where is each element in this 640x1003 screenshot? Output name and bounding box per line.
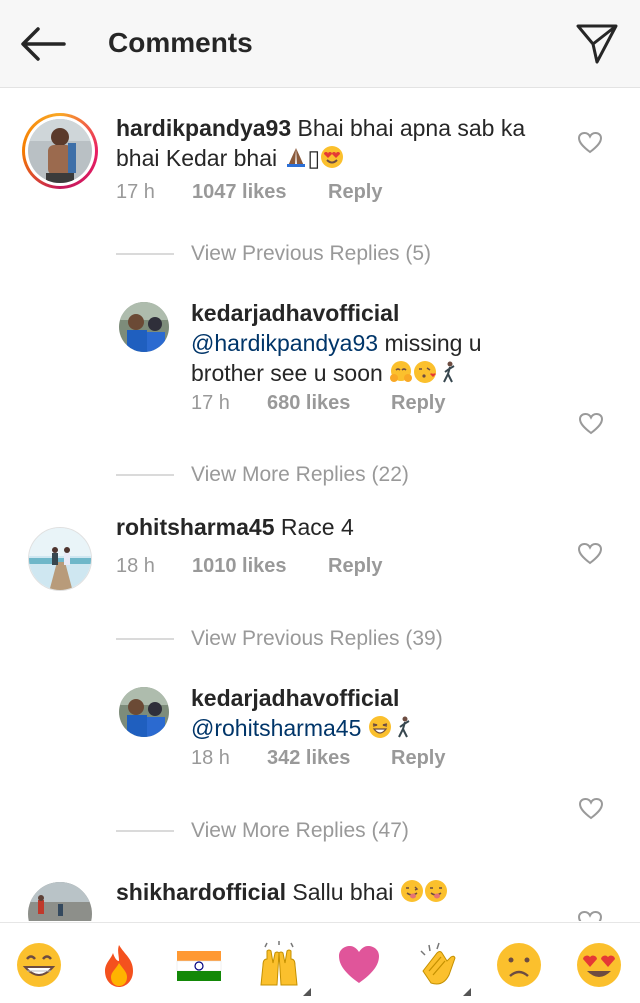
dancing-man-icon [397, 716, 410, 738]
divider-line [116, 830, 174, 832]
divider-line [116, 253, 174, 255]
india-flag-icon[interactable] [175, 941, 223, 989]
comment-body: kedarjadhavofficial @rohitsharma45 [191, 683, 561, 743]
variant-indicator [463, 988, 471, 996]
likes-count[interactable]: 1010 likes [192, 555, 328, 578]
folded-hands-icon [286, 148, 305, 167]
view-previous-replies[interactable]: View Previous Replies (39) [191, 627, 443, 651]
comment-body: rohitsharma45 Race 4 [116, 512, 556, 542]
like-heart-icon[interactable] [577, 910, 603, 921]
avatar[interactable] [119, 687, 169, 737]
reply-button[interactable]: Reply [391, 747, 445, 770]
comment-body: shikhardofficial Sallu bhai [116, 877, 556, 907]
heart-eyes-icon [321, 146, 344, 168]
comment-meta: 18 h 1010 likes Reply [116, 555, 382, 578]
comment-username[interactable]: rohitsharma45 [116, 514, 275, 540]
like-heart-icon[interactable] [577, 542, 603, 566]
comment-username[interactable]: shikhardofficial [116, 879, 286, 905]
comment-text: missing u [384, 330, 482, 356]
reply-item: kedarjadhavofficial @rohitsharma45 18 h … [0, 685, 640, 820]
comment-item: shikhardofficial Sallu bhai [0, 879, 640, 921]
comment-meta: 17 h 1047 likes Reply [116, 181, 382, 204]
like-heart-icon[interactable] [578, 412, 604, 436]
missing-glyph: ▯ [307, 145, 321, 171]
comment-time: 17 h [191, 392, 230, 414]
avatar[interactable] [28, 527, 92, 591]
comment-item: hardikpandya93 Bhai bhai apna sab ka bha… [0, 89, 640, 214]
hugging-face-icon [390, 361, 413, 382]
reply-item: kedarjadhavofficial @hardikpandya93 miss… [0, 299, 640, 439]
like-heart-icon[interactable] [577, 131, 603, 155]
raised-hands-icon[interactable] [255, 941, 303, 989]
comment-time: 18 h [191, 747, 230, 769]
comment-body: kedarjadhavofficial @hardikpandya93 miss… [191, 298, 561, 388]
comment-time: 17 h [116, 181, 155, 203]
laughing-face-icon [368, 716, 391, 738]
grinning-face-icon[interactable] [15, 941, 63, 989]
frowning-face-icon[interactable] [495, 941, 543, 989]
reply-button[interactable]: Reply [328, 555, 382, 578]
comment-username[interactable]: hardikpandya93 [116, 115, 291, 141]
arrow-left-icon[interactable] [18, 24, 68, 64]
heart-icon[interactable] [335, 941, 383, 989]
comment-text: Sallu bhai [292, 879, 394, 905]
view-more-replies[interactable]: View More Replies (22) [191, 463, 409, 487]
kissing-face-icon [414, 361, 437, 383]
heart-eyes-face-icon[interactable] [575, 941, 623, 989]
divider-line [116, 638, 174, 640]
comment-body: hardikpandya93 Bhai bhai apna sab ka bha… [116, 113, 556, 173]
reply-button[interactable]: Reply [391, 392, 445, 415]
reply-button[interactable]: Reply [328, 181, 382, 204]
like-heart-icon[interactable] [578, 797, 604, 821]
dancing-man-icon [443, 361, 455, 383]
comment-text: Bhai bhai apna sab ka [297, 115, 526, 141]
comment-time: 18 h [116, 555, 155, 577]
comment-text: brother see u soon [191, 360, 383, 386]
fire-icon[interactable] [95, 941, 143, 989]
likes-count[interactable]: 342 likes [267, 747, 391, 770]
clapping-hands-icon[interactable] [415, 941, 463, 989]
comment-item: rohitsharma45 Race 4 18 h 1010 likes Rep… [0, 514, 640, 624]
paper-plane-icon[interactable] [574, 20, 620, 66]
mention-link[interactable]: @rohitsharma45 [191, 715, 361, 741]
emoji-quick-bar [0, 922, 640, 1003]
comment-meta: 18 h 342 likes Reply [191, 747, 445, 770]
divider-line [116, 474, 174, 476]
comment-text: bhai Kedar bhai [116, 145, 278, 171]
variant-indicator [303, 988, 311, 996]
top-bar: Comments [0, 0, 640, 88]
mention-link[interactable]: @hardikpandya93 [191, 330, 378, 356]
page-title: Comments [108, 27, 253, 58]
view-previous-replies[interactable]: View Previous Replies (5) [191, 242, 431, 266]
comment-username[interactable]: kedarjadhavofficial [191, 685, 399, 711]
winking-tongue-face-icon [400, 880, 423, 902]
comment-username[interactable]: kedarjadhavofficial [191, 300, 399, 326]
avatar [28, 119, 92, 183]
avatar-story-ring[interactable] [22, 113, 98, 189]
tongue-face-icon [424, 880, 447, 902]
comment-meta: 17 h 680 likes Reply [191, 392, 445, 415]
avatar[interactable] [119, 302, 169, 352]
likes-count[interactable]: 680 likes [267, 392, 391, 415]
likes-count[interactable]: 1047 likes [192, 181, 328, 204]
view-more-replies[interactable]: View More Replies (47) [191, 819, 409, 843]
avatar[interactable] [28, 882, 92, 921]
comment-text: Race 4 [280, 514, 354, 540]
comments-list: hardikpandya93 Bhai bhai apna sab ka bha… [0, 89, 640, 921]
